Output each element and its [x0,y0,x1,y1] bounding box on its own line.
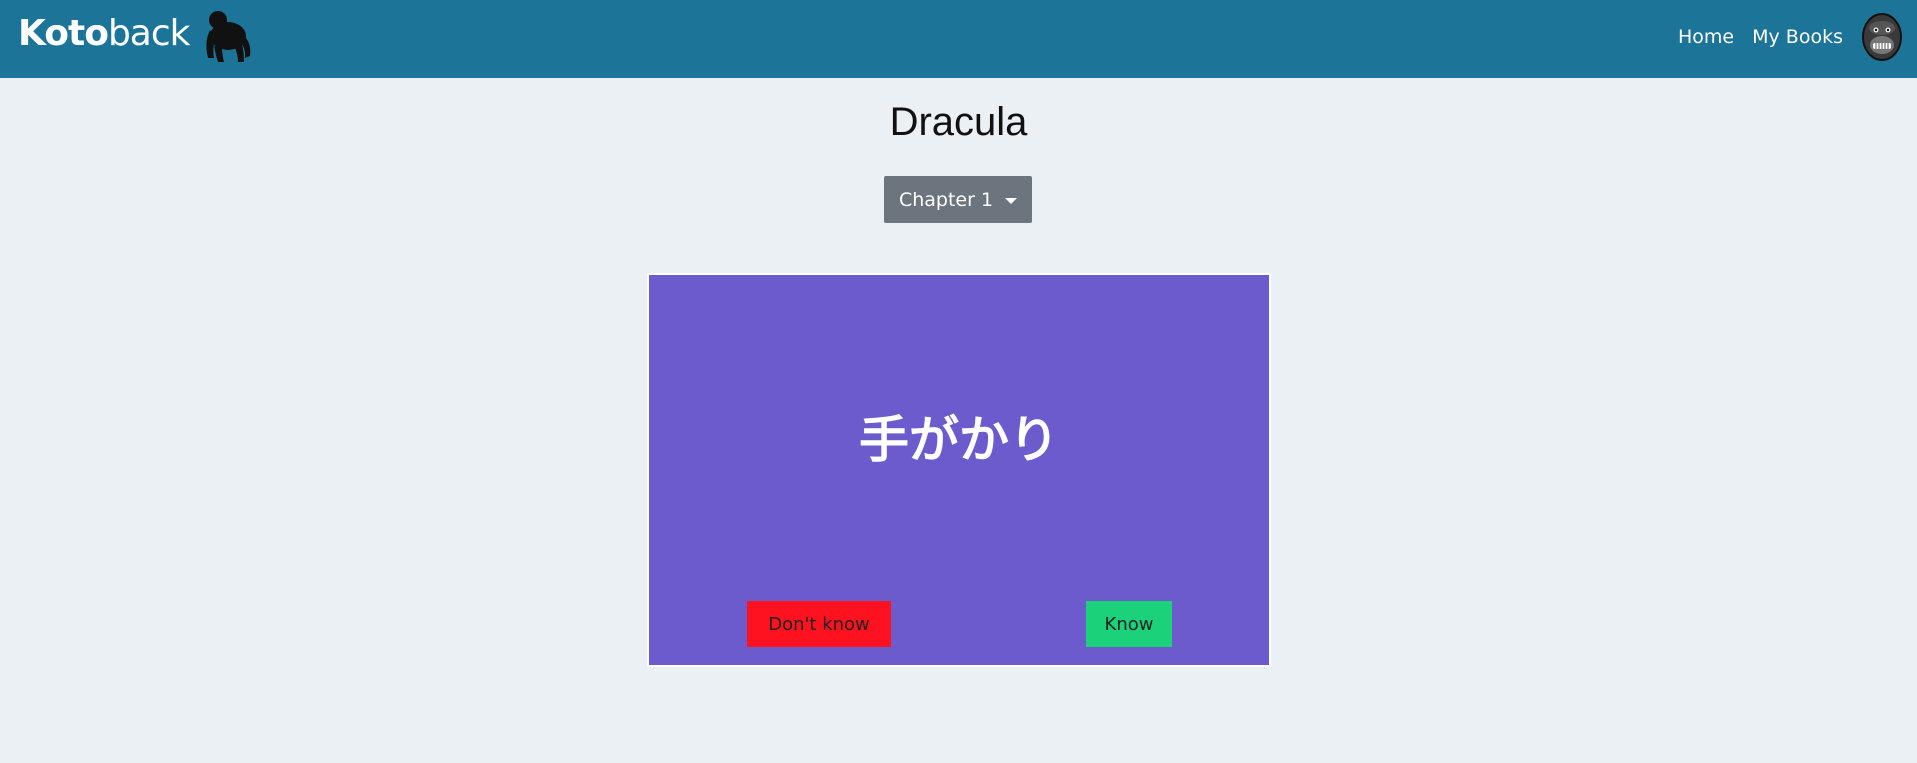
brand-name-bold: Koto [18,12,109,54]
caret-down-icon [1005,197,1018,204]
nav-link-home[interactable]: Home [1678,26,1734,48]
know-button[interactable]: Know [1086,601,1172,647]
navbar: Koto back Home My Books [0,0,1917,78]
brand-logo[interactable]: Koto back [18,7,190,59]
nav-links: Home My Books [1672,0,1917,74]
gorilla-icon [206,11,251,62]
gorilla-face-avatar[interactable] [1861,12,1903,62]
flashcard[interactable]: 手がかり Don't know Know [647,273,1271,667]
flashcard-word: 手がかり [859,411,1059,469]
brand-name-light: back [107,12,191,54]
nav-link-my-books[interactable]: My Books [1752,26,1843,48]
chapter-dropdown-button[interactable]: Chapter 1 [884,176,1032,223]
dont-know-button[interactable]: Don't know [747,601,891,647]
page-title: Dracula [889,100,1028,144]
chapter-dropdown-label: Chapter 1 [898,188,994,211]
